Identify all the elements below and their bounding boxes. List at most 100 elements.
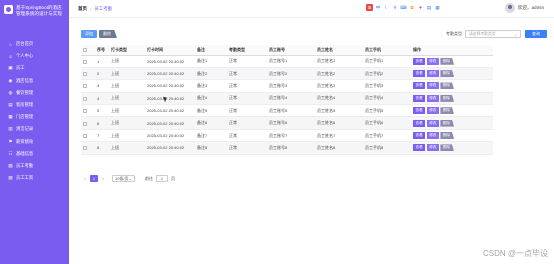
sidebar-item[interactable]: ☷ 基础信息	[0, 148, 69, 160]
view-button[interactable]: 查看	[413, 70, 426, 78]
view-button[interactable]: 查看	[413, 94, 426, 102]
toolbar-icon[interactable]: ✿	[409, 4, 416, 11]
view-button[interactable]: 查看	[413, 144, 426, 152]
toolbar-icon[interactable]: ☾	[383, 4, 390, 11]
cell-name: 员工姓名7	[315, 129, 363, 143]
toolbar-icon[interactable]: ⚲	[392, 4, 399, 11]
sidebar-item[interactable]: ▧ 员工考勤	[0, 160, 69, 172]
filter-label: 考勤类型	[446, 31, 462, 36]
cell-attend-type: 正常	[227, 67, 267, 81]
row-operations: 查看 修改 删除	[411, 92, 493, 106]
next-page-button[interactable]: >	[100, 176, 106, 181]
sidebar-item[interactable]: ▨ 员工工资	[0, 172, 69, 184]
cell-index: 4	[95, 92, 109, 106]
row-checkbox[interactable]	[83, 121, 87, 126]
breadcrumb-home[interactable]: 首页	[78, 6, 87, 12]
row-delete-button[interactable]: 删除	[440, 70, 455, 78]
sidebar-item[interactable]: ◍ 餐饮管理	[0, 87, 69, 99]
column-header: 序号	[95, 45, 109, 56]
cell-phone: 员工手机4	[363, 92, 411, 106]
select-all-header[interactable]	[81, 45, 95, 56]
row-delete-button[interactable]: 删除	[440, 107, 455, 115]
sidebar-item[interactable]: ▥ 清洁记录	[0, 123, 69, 135]
toolbar-icon[interactable]: 中	[375, 4, 382, 11]
toolbar-icon[interactable]: ▤	[426, 4, 433, 11]
edit-button[interactable]: 修改	[426, 144, 439, 152]
add-button[interactable]: 添加	[81, 30, 97, 38]
sidebar-item[interactable]: ▦ 门店管理	[0, 111, 69, 123]
page-number-current[interactable]: 1	[90, 175, 98, 182]
row-operations: 查看 修改 删除	[411, 55, 493, 68]
row-delete-button[interactable]: 删除	[440, 144, 455, 152]
cell-name: 员工姓名8	[315, 141, 363, 155]
sidebar-item[interactable]: ☺ 个人中心	[0, 50, 69, 62]
cell-punch-type: 上班	[109, 92, 145, 106]
row-checkbox[interactable]	[83, 59, 87, 64]
edit-button[interactable]: 修改	[426, 57, 439, 65]
info-icon: ☷	[8, 150, 13, 156]
view-button[interactable]: 查看	[413, 132, 426, 140]
row-operations: 查看 修改 删除	[411, 129, 493, 143]
sidebar-item[interactable]: ▤ 客房管理	[0, 99, 69, 111]
select-all-checkbox[interactable]	[83, 48, 87, 53]
cell-account: 员工账号8	[267, 141, 315, 155]
user-menu[interactable]: 欢迎，admin	[504, 3, 544, 13]
edit-button[interactable]: 修改	[426, 94, 439, 102]
edit-button[interactable]: 修改	[426, 107, 439, 115]
sidebar-item[interactable]: ▣ 员工	[0, 62, 69, 74]
attendance-type-select[interactable]: 请选择考勤类型 ⌄	[465, 30, 521, 38]
sidebar: 基于SpringBoot的酒店管理系统的设计与实现 ⌂ 后台首页 ☺ 个人中心 ▣ 员工 ◉…	[0, 0, 69, 264]
sidebar-item[interactable]: ⌂ 后台首页	[0, 38, 69, 50]
edit-button[interactable]: 修改	[426, 119, 439, 127]
row-checkbox[interactable]	[83, 84, 87, 89]
view-button[interactable]: 查看	[413, 119, 426, 127]
row-operations: 查看 修改 删除	[411, 116, 493, 130]
row-select-cell	[81, 67, 95, 81]
row-checkbox[interactable]	[83, 96, 87, 101]
search-button[interactable]: 查询	[525, 30, 547, 38]
chevron-down-icon: ⌄	[128, 176, 132, 181]
page-size-value: 10条/页	[115, 175, 129, 181]
toolbar-icon[interactable]: S	[366, 4, 373, 11]
edit-button[interactable]: 修改	[426, 132, 439, 140]
row-select-cell	[81, 116, 95, 130]
cell-account: 员工账号3	[267, 79, 315, 93]
cell-remark: 备注1	[195, 55, 227, 68]
row-select-cell	[81, 129, 95, 143]
hotel-icon: ◉	[8, 77, 13, 83]
row-delete-button[interactable]: 删除	[440, 119, 455, 127]
column-header: 打卡时间	[145, 45, 195, 56]
row-checkbox[interactable]	[83, 146, 87, 151]
row-delete-button[interactable]: 删除	[440, 132, 455, 140]
row-operations: 查看 修改 删除	[411, 141, 493, 155]
view-button[interactable]: 查看	[413, 57, 426, 65]
avatar[interactable]	[504, 3, 515, 13]
toolbar-icon[interactable]: ⌨	[400, 4, 407, 11]
edit-button[interactable]: 修改	[426, 70, 439, 78]
row-checkbox[interactable]	[83, 109, 87, 114]
cell-name: 员工姓名2	[315, 67, 363, 81]
sidebar-item[interactable]: ⚑ 薪资绩效	[0, 136, 69, 148]
row-checkbox[interactable]	[83, 72, 87, 77]
row-checkbox[interactable]	[83, 133, 87, 138]
view-button[interactable]: 查看	[413, 107, 426, 115]
view-button[interactable]: 查看	[413, 82, 426, 90]
page-size-select[interactable]: 10条/页 ⌄	[112, 175, 135, 182]
cell-punch-type: 上班	[109, 79, 145, 93]
row-delete-button[interactable]: 删除	[440, 57, 455, 65]
toolbar-icon[interactable]: ▦	[434, 4, 441, 11]
cell-remark: 备注6	[195, 116, 227, 130]
delete-button[interactable]: 删除	[99, 30, 117, 38]
cell-index: 1	[95, 55, 109, 68]
row-delete-button[interactable]: 删除	[440, 94, 455, 102]
goto-page-input[interactable]: 1	[156, 175, 168, 182]
goto-page: 前往 1 页	[145, 175, 175, 182]
page-suffix: 页	[171, 175, 175, 181]
prev-page-button[interactable]: <	[82, 176, 88, 181]
edit-button[interactable]: 修改	[426, 82, 439, 90]
toolbar-icon[interactable]: ♥	[417, 4, 424, 11]
row-delete-button[interactable]: 删除	[440, 82, 455, 90]
row-select-cell	[81, 79, 95, 93]
sidebar-item[interactable]: ◉ 酒店信息	[0, 75, 69, 87]
select-placeholder: 请选择考勤类型	[469, 31, 496, 36]
